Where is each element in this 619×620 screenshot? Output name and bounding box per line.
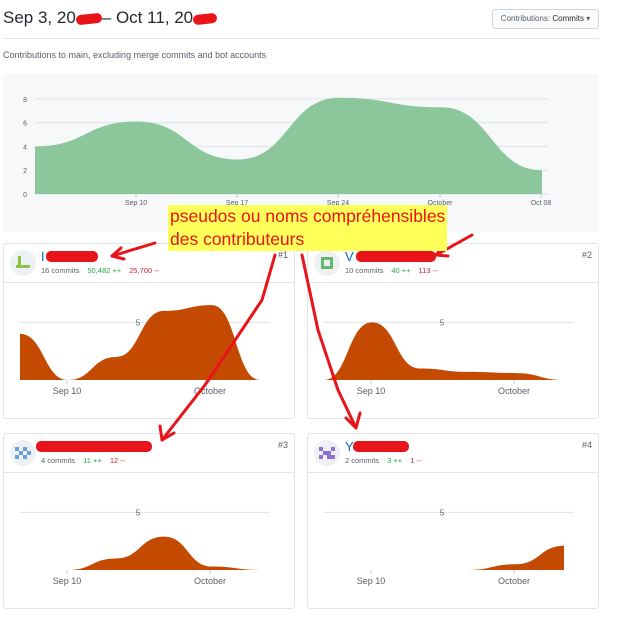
avatar[interactable]	[314, 250, 340, 276]
rank-badge: #2	[581, 250, 592, 260]
y-tick-label: 8	[23, 97, 27, 104]
menu-label: Contributions:	[500, 14, 551, 23]
y-tick-label: 6	[23, 121, 27, 128]
additions-count: 40 ++	[391, 266, 411, 275]
redaction-mark	[353, 441, 409, 452]
contributor-chart-svg: 5 Sep 10 October	[324, 318, 574, 396]
deletions-count: 25,700 --	[129, 266, 160, 275]
x-tick-label: October	[194, 386, 226, 396]
contributor-area	[20, 536, 260, 570]
contributor-card-1: I 16 commits 50,482 ++ 25,700 -- #1 5 Sep 1…	[3, 243, 295, 419]
contributor-area	[324, 322, 564, 380]
additions-count: 3 ++	[387, 456, 403, 465]
subtitle: Contributions to main, excluding merge c…	[3, 50, 267, 60]
y-tick-label: 5	[440, 318, 445, 327]
x-tick-label: Oct 08	[531, 200, 552, 207]
y-tick-label: 5	[136, 508, 141, 517]
y-tick-label: 0	[23, 192, 27, 199]
caret-down-icon: ▾	[586, 14, 591, 23]
commits-link[interactable]: 2 commits	[345, 456, 379, 465]
avatar[interactable]	[10, 250, 36, 276]
additions-count: 50,482 ++	[87, 266, 122, 275]
redaction-mark	[36, 441, 152, 452]
contributor-name-link[interactable]: V	[345, 249, 354, 264]
deletions-count: 12 --	[109, 456, 126, 465]
annotation-note: pseudos ou noms compréhensibles des cont…	[168, 205, 448, 251]
range-start: Sep 3, 20	[3, 8, 76, 27]
rank-badge: #3	[277, 440, 288, 450]
y-tick-label: 5	[440, 508, 445, 517]
contributions-area	[35, 97, 542, 194]
header: Sep 3, 20 – Oct 11, 20 Contributions: Com…	[0, 0, 619, 38]
x-tick-label: October	[498, 576, 530, 586]
rank-badge: #4	[581, 440, 592, 450]
deletions-count: 1 --	[410, 456, 422, 465]
annotation-line-1: pseudos ou noms compréhensibles	[170, 205, 446, 228]
redaction-mark	[192, 12, 218, 25]
redaction-mark	[46, 251, 98, 262]
contributor-chart-svg: 5 Sep 10 October	[324, 508, 574, 586]
contributor-name-link[interactable]: I	[41, 249, 45, 264]
contributor-card-4: Y 2 commits 3 ++ 1 -- #4 5 Sep 10 October	[307, 433, 599, 609]
contributor-card-2: V 10 commits 40 ++ 113 -- #2 5 Sep 10 Octobe…	[307, 243, 599, 419]
x-tick-label: October	[194, 576, 226, 586]
y-tick-label: 5	[136, 318, 141, 327]
contributor-area	[20, 305, 260, 380]
contributor-card-3: 4 commits 11 ++ 12 -- #3 5 Sep 10 October	[3, 433, 295, 609]
redaction-mark	[75, 12, 103, 25]
contributor-stats: 2 commits 3 ++ 1 --	[345, 456, 421, 465]
y-tick-label: 4	[23, 144, 27, 151]
x-tick-label: Sep 10	[125, 200, 147, 207]
contributor-stats: 10 commits 40 ++ 113 --	[345, 266, 438, 275]
commits-link[interactable]: 4 commits	[41, 456, 75, 465]
additions-count: 11 ++	[83, 456, 102, 465]
date-range: Sep 3, 20 – Oct 11, 20	[3, 8, 218, 28]
contributor-chart-svg: 5 Sep 10 October	[20, 508, 270, 586]
x-tick-label: Sep 10	[53, 386, 82, 396]
commits-link[interactable]: 10 commits	[345, 266, 383, 275]
redaction-mark	[356, 251, 436, 262]
menu-value: Commits	[552, 14, 584, 23]
commits-link[interactable]: 16 commits	[41, 266, 79, 275]
y-tick-label: 2	[23, 168, 27, 175]
avatar[interactable]	[314, 440, 340, 466]
rank-badge: #1	[277, 250, 288, 260]
x-tick-label: Sep 10	[53, 576, 82, 586]
contributor-area	[324, 545, 564, 570]
contributor-stats: 16 commits 50,482 ++ 25,700 --	[41, 266, 159, 275]
contributor-chart-svg: 5 Sep 10 October	[20, 305, 270, 396]
contributions-menu-button[interactable]: Contributions: Commits ▾	[492, 9, 599, 29]
x-tick-label: Sep 10	[357, 576, 386, 586]
deletions-count: 113 --	[418, 266, 438, 275]
avatar[interactable]	[10, 440, 36, 466]
x-tick-label: Sep 10	[357, 386, 386, 396]
contributor-stats: 4 commits 11 ++ 12 --	[41, 456, 125, 465]
header-divider	[3, 38, 599, 39]
range-end: – Oct 11, 20	[101, 8, 194, 27]
annotation-line-2: des contributeurs	[170, 228, 305, 251]
x-tick-label: October	[498, 386, 530, 396]
